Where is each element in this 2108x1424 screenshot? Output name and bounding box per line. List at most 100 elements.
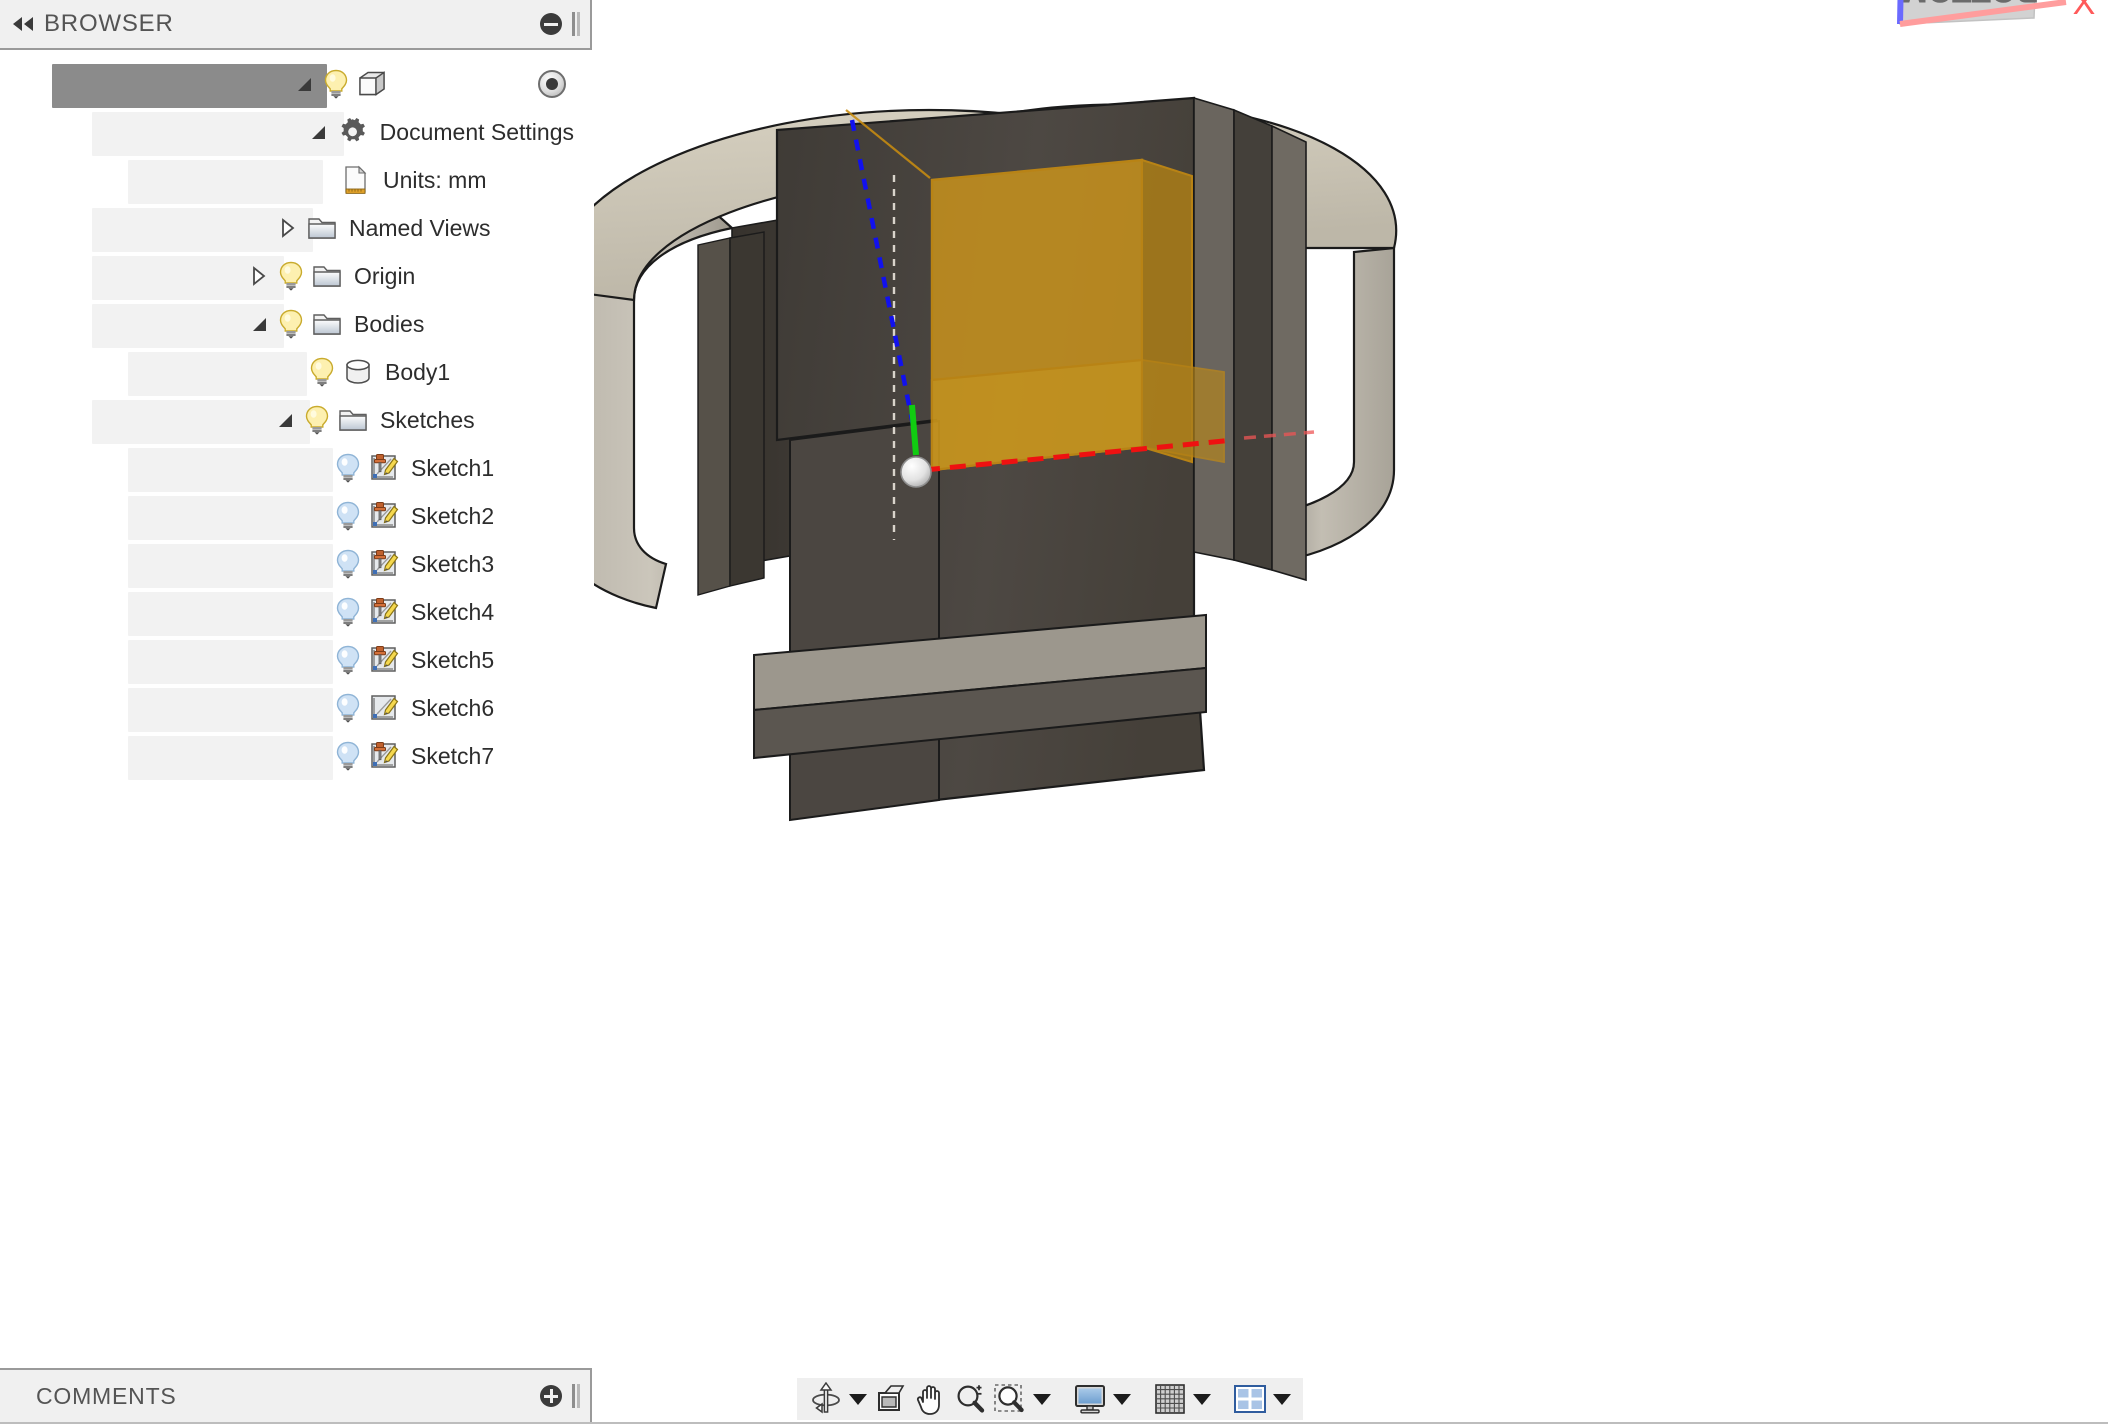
nav-button-zoom-window[interactable]	[991, 1380, 1029, 1418]
folder-icon	[303, 215, 341, 241]
tree-indent-spacer	[192, 252, 244, 300]
expand-arrow-down-icon[interactable]	[289, 60, 319, 108]
nav-button-zoom[interactable]	[951, 1380, 989, 1418]
visibility-bulb-icon[interactable]	[331, 453, 365, 483]
tree-item-label: Sketch3	[411, 550, 495, 577]
resize-grip-icon[interactable]	[572, 1383, 582, 1409]
expand-arrow-right-icon[interactable]	[244, 252, 274, 300]
expand-arrow-down-icon[interactable]	[270, 396, 300, 444]
visibility-bulb-icon[interactable]	[331, 645, 365, 675]
tree-item-sketch5[interactable]: Sketch5	[0, 636, 592, 684]
navigation-toolbar[interactable]	[797, 1378, 1303, 1420]
body-right-edge	[1193, 96, 1235, 561]
axis-x-label: X	[2073, 0, 2096, 22]
expand-arrow-right-icon[interactable]	[273, 204, 303, 252]
tree-item-label: Sketches	[380, 406, 475, 433]
tree-item-body1[interactable]: Body1	[0, 348, 592, 396]
axis-z-indicator	[1897, 0, 1904, 25]
tree-item-sketch7[interactable]: Sketch7	[0, 732, 592, 780]
nav-button-orbit[interactable]	[807, 1380, 845, 1418]
tree-item-label: Origin	[354, 262, 416, 289]
tree-indent-spacer	[179, 348, 275, 396]
visibility-bulb-icon[interactable]	[331, 741, 365, 771]
expand-arrow-down-icon[interactable]	[244, 300, 274, 348]
tree-item-sketches[interactable]: Sketches	[0, 396, 592, 444]
active-component-radio[interactable]	[538, 70, 567, 98]
tree-twisty-placeholder	[307, 156, 337, 204]
tree-item-sketch3[interactable]: Sketch3	[0, 540, 592, 588]
body-right-edge-2	[1233, 108, 1273, 572]
visibility-bulb-icon[interactable]	[300, 405, 334, 435]
body-right-edge-3	[1271, 124, 1307, 582]
cavity-edge-b	[729, 231, 765, 587]
chevron-down-icon-zoom-window[interactable]	[1031, 1380, 1053, 1418]
visibility-bulb-icon[interactable]	[319, 69, 353, 99]
visibility-bulb-icon[interactable]	[331, 597, 365, 627]
view-cube[interactable]: BOTTOM X	[1888, 0, 2108, 82]
tree-item-sketch6[interactable]: Sketch6	[0, 684, 592, 732]
tree-item-label: Sketch2	[411, 502, 495, 529]
chevron-down-icon-viewports[interactable]	[1271, 1380, 1293, 1418]
tree-indent-spacer	[221, 204, 273, 252]
minimize-icon[interactable]	[540, 13, 562, 35]
comments-panel-header: COMMENTS	[0, 1368, 592, 1422]
tree-item-units[interactable]: Units: mm	[0, 156, 592, 204]
cad-body-group[interactable]	[549, 96, 1398, 822]
viewport-layout-icon	[1233, 1384, 1267, 1414]
browser-panel-title: BROWSER	[44, 10, 174, 37]
tree-indent-spacer	[192, 300, 244, 348]
look-at-icon	[873, 1384, 907, 1414]
tree-twisty-placeholder	[301, 732, 331, 780]
zoom-window-icon	[993, 1383, 1027, 1415]
tree-twisty-placeholder	[301, 636, 331, 684]
visibility-bulb-icon[interactable]	[274, 261, 308, 291]
fusion-app-window: BOTTOM X BROWSER	[0, 0, 2108, 1424]
nav-button-viewports[interactable]	[1231, 1380, 1269, 1418]
tree-item-label: (Unsaved)	[399, 70, 511, 97]
nav-button-pan[interactable]	[911, 1380, 949, 1418]
tree-item-label: Sketch4	[411, 598, 495, 625]
visibility-bulb-icon[interactable]	[331, 693, 365, 723]
tree-indent-spacer	[205, 444, 301, 492]
cube-icon	[353, 70, 391, 98]
tree-twisty-placeholder	[301, 588, 331, 636]
chevron-down-icon-display-settings[interactable]	[1111, 1380, 1133, 1418]
collapse-left-arrows-icon[interactable]	[10, 11, 36, 37]
chevron-down-icon-grid-snaps[interactable]	[1191, 1380, 1213, 1418]
visibility-bulb-icon[interactable]	[331, 549, 365, 579]
zoom-in-icon	[954, 1383, 986, 1415]
tree-item-docsettings[interactable]: Document Settings	[0, 108, 592, 156]
visibility-bulb-icon[interactable]	[274, 309, 308, 339]
browser-tree[interactable]: (Unsaved) Document Settings Units: mm Na…	[0, 52, 592, 780]
pan-hand-icon	[914, 1382, 946, 1416]
3d-canvas[interactable]: BOTTOM X	[549, 0, 2108, 1424]
expand-arrow-down-icon[interactable]	[304, 108, 334, 156]
visibility-bulb-icon[interactable]	[305, 357, 339, 387]
add-comment-icon[interactable]	[540, 1385, 562, 1407]
nav-button-display-settings[interactable]	[1071, 1380, 1109, 1418]
tree-item-sketch4[interactable]: Sketch4	[0, 588, 592, 636]
tree-twisty-placeholder	[301, 684, 331, 732]
tree-item-origin[interactable]: Origin	[0, 252, 592, 300]
gear-icon	[334, 117, 372, 147]
tree-item-root[interactable]: (Unsaved)	[0, 60, 592, 108]
nav-button-look-at[interactable]	[871, 1380, 909, 1418]
display-monitor-icon	[1073, 1383, 1107, 1415]
tree-item-sketch1[interactable]: Sketch1	[0, 444, 592, 492]
sketch-pinned-icon	[365, 597, 403, 627]
model-viewport[interactable]	[549, 0, 2108, 1424]
nav-button-grid-snaps[interactable]	[1151, 1380, 1189, 1418]
tree-indent-spacer	[205, 588, 301, 636]
tree-item-namedviews[interactable]: Named Views	[0, 204, 592, 252]
tree-item-sketch2[interactable]: Sketch2	[0, 492, 592, 540]
tree-indent-spacer	[205, 684, 301, 732]
tree-indent-spacer	[218, 396, 270, 444]
document-ruler-icon	[337, 165, 375, 195]
tree-indent-spacer	[195, 156, 307, 204]
tree-item-bodies[interactable]: Bodies	[0, 300, 592, 348]
tree-indent-spacer	[205, 636, 301, 684]
visibility-bulb-icon[interactable]	[331, 501, 365, 531]
resize-grip-icon[interactable]	[572, 11, 582, 37]
chevron-down-icon-orbit[interactable]	[847, 1380, 869, 1418]
tree-item-label: Sketch7	[411, 742, 495, 769]
